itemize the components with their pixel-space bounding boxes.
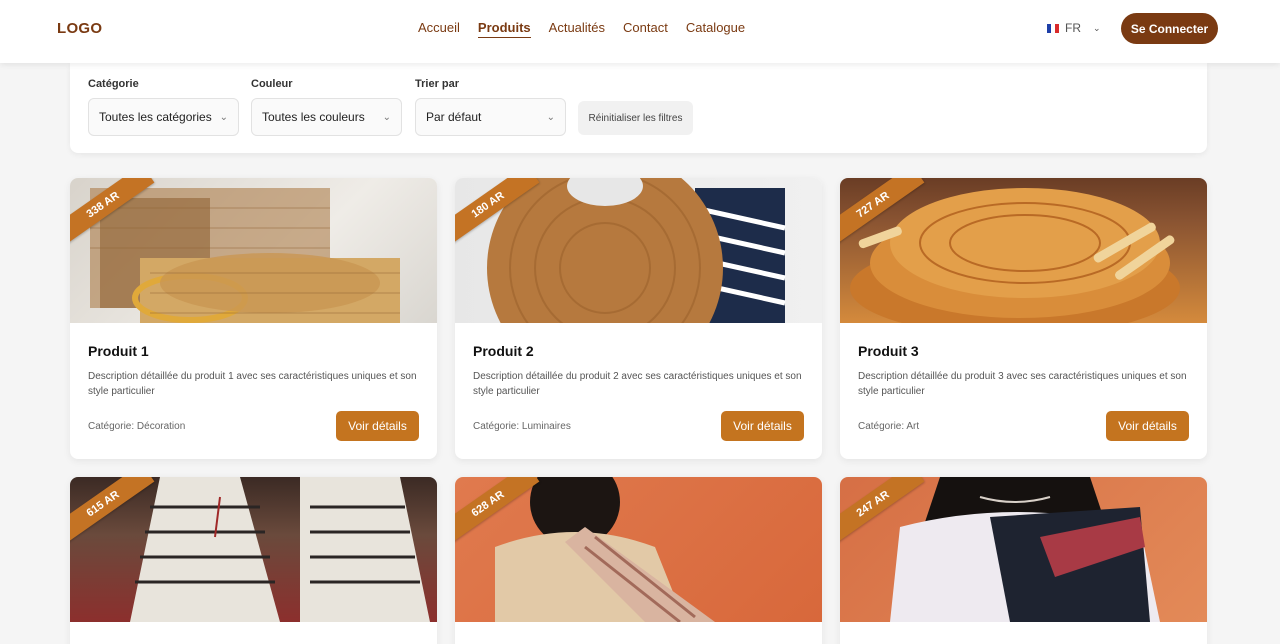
- language-selector[interactable]: FR ⌄: [1047, 21, 1101, 35]
- product-card-2[interactable]: 180 AR Produit 2 Description détaillée d…: [455, 178, 822, 459]
- login-button[interactable]: Se Connecter: [1121, 13, 1218, 44]
- reset-filters-button[interactable]: Réinitialiser les filtres: [578, 101, 693, 135]
- chevron-down-icon: ⌄: [219, 111, 228, 123]
- view-details-button[interactable]: Voir détails: [336, 411, 419, 441]
- product-card-5[interactable]: 628 AR: [455, 477, 822, 644]
- sort-select-value: Par défaut: [426, 110, 482, 124]
- product-title: Produit 1: [88, 343, 149, 359]
- product-card-4[interactable]: 615 AR: [70, 477, 437, 644]
- product-image-2[interactable]: 180 AR: [455, 178, 822, 323]
- nav-produits[interactable]: Produits: [477, 20, 531, 38]
- chevron-down-icon: ⌄: [1093, 22, 1101, 33]
- product-image-6[interactable]: 247 AR: [840, 477, 1207, 622]
- product-image-4[interactable]: 615 AR: [70, 477, 437, 622]
- top-header: LOGO Accueil Produits Actualités Contact…: [0, 0, 1280, 63]
- view-details-button[interactable]: Voir détails: [721, 411, 804, 441]
- product-image-3[interactable]: 727 AR: [840, 178, 1207, 323]
- product-image-5[interactable]: 628 AR: [455, 477, 822, 622]
- sort-filter: Trier par Par défaut ⌄: [415, 78, 566, 136]
- product-card-3[interactable]: 727 AR Produit 3 Description détaillée d…: [840, 178, 1207, 459]
- product-category: Catégorie: Art: [858, 420, 920, 432]
- color-filter-label: Couleur: [251, 78, 293, 90]
- chevron-down-icon: ⌄: [546, 111, 555, 123]
- filter-panel: Catégorie Toutes les catégories ⌄ Couleu…: [70, 63, 1207, 153]
- category-select-value: Toutes les catégories: [99, 110, 212, 124]
- language-code: FR: [1065, 21, 1081, 35]
- nav-accueil[interactable]: Accueil: [418, 20, 460, 38]
- product-title: Produit 3: [858, 343, 919, 359]
- french-flag-icon: [1047, 23, 1059, 33]
- category-filter-label: Catégorie: [88, 78, 139, 90]
- chevron-down-icon: ⌄: [382, 111, 391, 123]
- category-filter: Catégorie Toutes les catégories ⌄: [88, 78, 239, 136]
- product-card-6[interactable]: 247 AR: [840, 477, 1207, 644]
- logo[interactable]: LOGO: [57, 20, 102, 37]
- product-description: Description détaillée du produit 2 avec …: [473, 371, 802, 397]
- product-image-1[interactable]: 338 AR: [70, 178, 437, 323]
- nav-actualites[interactable]: Actualités: [549, 20, 605, 38]
- product-title: Produit 2: [473, 343, 534, 359]
- product-card-1[interactable]: 338 AR Produit 1 Description détaillée d…: [70, 178, 437, 459]
- view-details-button[interactable]: Voir détails: [1106, 411, 1189, 441]
- sort-filter-label: Trier par: [415, 78, 460, 90]
- product-category: Catégorie: Luminaires: [473, 420, 571, 432]
- color-select[interactable]: Toutes les couleurs ⌄: [251, 98, 402, 136]
- category-select[interactable]: Toutes les catégories ⌄: [88, 98, 239, 136]
- product-description: Description détaillée du produit 1 avec …: [88, 371, 417, 397]
- nav-contact[interactable]: Contact: [623, 20, 668, 38]
- sort-select[interactable]: Par défaut ⌄: [415, 98, 566, 136]
- color-filter: Couleur Toutes les couleurs ⌄: [251, 78, 402, 136]
- product-category: Catégorie: Décoration: [88, 420, 186, 432]
- nav-catalogue[interactable]: Catalogue: [686, 20, 745, 38]
- product-description: Description détaillée du produit 3 avec …: [858, 371, 1187, 397]
- color-select-value: Toutes les couleurs: [262, 110, 365, 124]
- main-nav: Accueil Produits Actualités Contact Cata…: [418, 20, 745, 38]
